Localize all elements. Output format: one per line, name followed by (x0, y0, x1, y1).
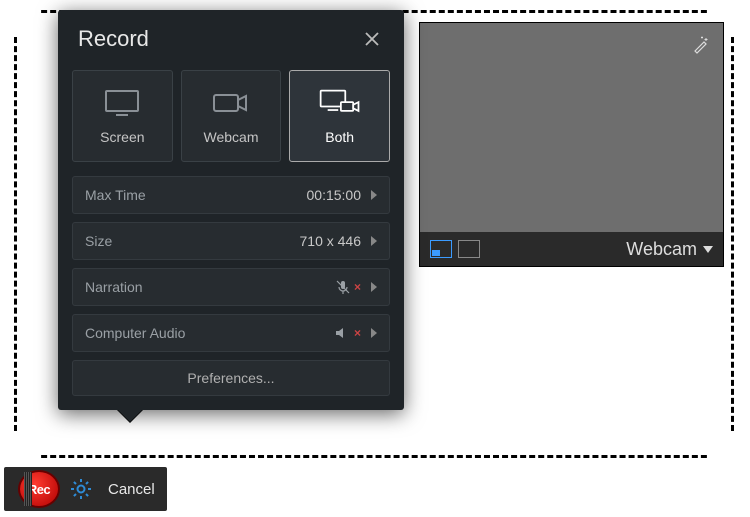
speaker-icon: × (335, 326, 361, 340)
max-time-value: 00:15:00 (307, 187, 362, 203)
max-time-row[interactable]: Max Time 00:15:00 (72, 176, 390, 214)
monitor-icon (100, 87, 144, 119)
close-button[interactable] (360, 27, 384, 51)
gear-icon (70, 478, 92, 500)
preferences-label: Preferences... (187, 370, 274, 386)
size-label: Size (85, 233, 112, 249)
chevron-right-icon (371, 236, 377, 246)
monitor-camera-icon (318, 87, 362, 119)
cancel-button[interactable]: Cancel (102, 481, 161, 498)
resize-handle-br[interactable] (708, 432, 734, 458)
webcam-source-dropdown[interactable]: Webcam (626, 239, 713, 260)
mode-screen-button[interactable]: Screen (72, 70, 173, 162)
computer-audio-label: Computer Audio (85, 325, 185, 341)
camera-icon (209, 87, 253, 119)
bottom-control-bar: Rec Cancel (4, 467, 167, 511)
size-row[interactable]: Size 710 x 446 (72, 222, 390, 260)
popup-title: Record (78, 26, 149, 52)
chevron-right-icon (371, 328, 377, 338)
resize-handle-bl[interactable] (14, 432, 40, 458)
webcam-preview-panel: Webcam (419, 22, 724, 267)
mode-webcam-button[interactable]: Webcam (181, 70, 282, 162)
narration-off-indicator: × (354, 280, 361, 294)
mode-webcam-label: Webcam (204, 129, 259, 145)
chevron-down-icon (703, 246, 713, 253)
close-icon (364, 31, 380, 47)
record-button[interactable]: Rec (18, 470, 60, 508)
webcam-source-label: Webcam (626, 239, 697, 260)
record-settings-popup: Record Screen Webcam Both Max Time 00 (58, 10, 404, 410)
resize-handle-tl[interactable] (14, 10, 40, 36)
position-bottom-left-button[interactable] (430, 240, 452, 258)
magic-wand-icon[interactable] (687, 31, 715, 59)
audio-off-indicator: × (354, 326, 361, 340)
chevron-right-icon (371, 282, 377, 292)
mode-screen-label: Screen (100, 129, 144, 145)
computer-audio-row[interactable]: Computer Audio × (72, 314, 390, 352)
position-bottom-right-button[interactable] (458, 240, 480, 258)
webcam-video-area (420, 23, 723, 232)
narration-label: Narration (85, 279, 143, 295)
webcam-controls-bar: Webcam (420, 232, 723, 266)
max-time-label: Max Time (85, 187, 146, 203)
preferences-button[interactable]: Preferences... (72, 360, 390, 396)
size-value: 710 x 446 (300, 233, 362, 249)
record-button-label: Rec (28, 482, 50, 497)
mode-both-button[interactable]: Both (289, 70, 390, 162)
mode-both-label: Both (325, 129, 354, 145)
settings-gear-button[interactable] (68, 476, 94, 502)
narration-row[interactable]: Narration × (72, 268, 390, 306)
cancel-button-label: Cancel (108, 481, 155, 498)
microphone-icon: × (335, 279, 361, 295)
chevron-right-icon (371, 190, 377, 200)
